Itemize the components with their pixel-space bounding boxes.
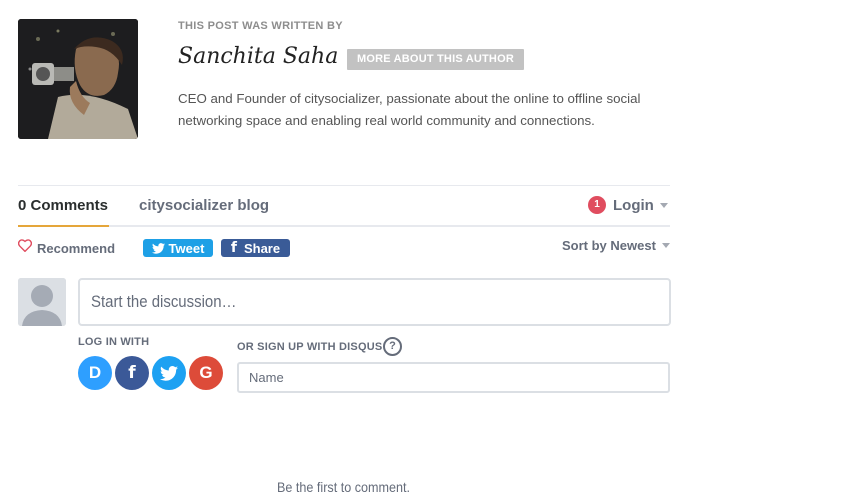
login-menu[interactable]: 1 Login — [588, 196, 668, 214]
tweet-button[interactable]: Tweet — [143, 239, 213, 257]
tab-comments[interactable]: 0 Comments — [18, 197, 108, 214]
facebook-login-icon[interactable]: f — [115, 356, 149, 390]
nav-divider-bottom — [18, 225, 670, 227]
author-bio: CEO and Founder of citysocializer, passi… — [178, 91, 641, 128]
guest-avatar — [18, 278, 66, 326]
author-photo — [18, 19, 138, 139]
disqus-letter: D — [88, 363, 102, 382]
help-icon[interactable]: ? — [383, 337, 402, 356]
google-login-icon[interactable]: G — [189, 356, 223, 390]
name-field[interactable] — [237, 362, 670, 393]
social-login-row: D f G — [78, 356, 226, 390]
recommend-button[interactable]: Recommend — [17, 239, 116, 257]
chevron-down-icon — [661, 243, 670, 248]
author-name: Sanchita Saha — [178, 44, 339, 69]
disqus-login-icon[interactable]: D — [78, 356, 112, 390]
empty-state-message: Be the first to comment. — [277, 479, 411, 495]
nav-divider-top — [18, 185, 670, 186]
sort-dropdown[interactable]: Sort by Newest — [562, 238, 670, 253]
notification-badge: 1 — [588, 196, 606, 214]
twitter-login-icon[interactable] — [152, 356, 186, 390]
login-with-label: LOG IN WITH — [78, 336, 150, 348]
facebook-letter: f — [128, 363, 136, 383]
comment-textarea[interactable]: Start the discussion… — [78, 278, 671, 326]
heart-icon — [17, 239, 33, 257]
share-label: Share — [243, 240, 281, 256]
written-by-label: THIS POST WAS WRITTEN BY — [178, 20, 343, 32]
recommend-label: Recommend — [37, 240, 116, 256]
facebook-icon: f — [230, 240, 237, 256]
tab-community[interactable]: citysocializer blog — [139, 197, 269, 214]
chevron-down-icon — [659, 202, 668, 208]
signup-label: OR SIGN UP WITH DISQUS — [237, 341, 383, 353]
tweet-label: Tweet — [168, 240, 205, 256]
more-about-author-button[interactable]: MORE ABOUT THIS AUTHOR — [347, 49, 524, 70]
google-letter: G — [199, 363, 213, 382]
twitter-icon — [151, 242, 165, 254]
active-tab-indicator — [18, 225, 109, 227]
sort-label: Sort by Newest — [562, 238, 656, 253]
facebook-share-button[interactable]: f Share — [221, 239, 290, 257]
comment-placeholder: Start the discussion… — [91, 292, 237, 311]
login-label: Login — [613, 196, 654, 214]
